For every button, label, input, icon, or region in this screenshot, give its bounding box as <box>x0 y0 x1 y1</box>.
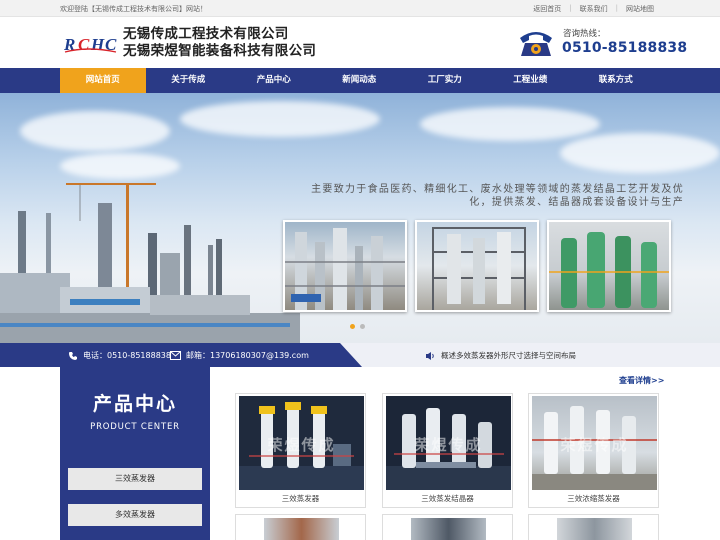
product-card-partial[interactable] <box>235 514 366 540</box>
strip-phone-text: 电话：0510-85188838 <box>83 351 171 360</box>
banner-photo-2 <box>415 220 539 312</box>
divider: | <box>569 4 572 12</box>
nav-item-about[interactable]: 关于传成 <box>146 68 232 93</box>
divider: | <box>615 4 618 12</box>
mail-icon <box>170 351 181 360</box>
news-ticker[interactable]: 概述多效蒸发器外形尺寸选择与空间布局 <box>425 350 576 361</box>
phone-icon <box>69 351 77 360</box>
product-card[interactable]: 荣煜传成 三效蒸发器 <box>235 393 366 508</box>
category-item[interactable]: 三效蒸发器 <box>68 468 202 490</box>
view-more-link[interactable]: 查看详情>> <box>619 375 664 386</box>
header: R C H C 无锡传成工程技术有限公司 无锡荣煜智能装备科技有限公司 咨询热线… <box>0 17 720 68</box>
product-watermark: 荣煜传成 <box>267 436 336 454</box>
product-image: 荣煜传成 <box>532 396 657 490</box>
slider-dot[interactable] <box>360 324 365 329</box>
product-center-header: 产品中心 PRODUCT CENTER <box>60 367 210 453</box>
product-caption[interactable]: 三效蒸发器 <box>236 493 365 504</box>
home-link[interactable]: 返回首页 <box>533 4 561 14</box>
nav-item-factory[interactable]: 工厂实力 <box>402 68 488 93</box>
strip-email: 邮箱：13706180307@139.com <box>170 350 309 361</box>
product-image: 荣煜传成 <box>386 396 511 490</box>
nav-item-news[interactable]: 新闻动态 <box>317 68 403 93</box>
welcome-text: 欢迎登陆【无锡传成工程技术有限公司】网站！ <box>60 5 207 13</box>
nav-item-products[interactable]: 产品中心 <box>231 68 317 93</box>
product-watermark: 荣煜传成 <box>560 436 629 454</box>
main-nav: 网站首页 关于传成 产品中心 新闻动态 工厂实力 工程业绩 联系方式 <box>0 68 720 93</box>
banner-photo-3 <box>547 220 671 312</box>
company-name-line2: 无锡荣煜智能装备科技有限公司 <box>123 43 317 59</box>
top-bar: 欢迎登陆【无锡传成工程技术有限公司】网站！ 返回首页 | 联系我们 | 网站地图 <box>0 0 720 17</box>
slider-dots <box>350 324 365 329</box>
company-logo[interactable]: R C H C <box>63 31 118 55</box>
nav-item-home[interactable]: 网站首页 <box>60 68 146 93</box>
product-image: 荣煜传成 <box>239 396 364 490</box>
hotline-label: 咨询热线： <box>563 29 606 39</box>
speaker-icon <box>426 351 434 360</box>
banner-slogan: 主要致力于食品医药、精细化工、废水处理等领域的蒸发结晶工艺开发及优化，提供蒸发、… <box>311 184 684 208</box>
product-card-partial[interactable] <box>382 514 513 540</box>
product-card-partial[interactable] <box>528 514 659 540</box>
company-name: 无锡传成工程技术有限公司 无锡荣煜智能装备科技有限公司 <box>123 26 316 60</box>
hotline-number: 0510-85188838 <box>562 40 688 56</box>
nav-item-contact[interactable]: 联系方式 <box>573 68 659 93</box>
product-center-title-en: PRODUCT CENTER <box>90 422 180 432</box>
top-links: 返回首页 | 联系我们 | 网站地图 <box>533 4 654 14</box>
telephone-icon <box>520 32 552 56</box>
slider-dot[interactable] <box>350 324 355 329</box>
sitemap-link[interactable]: 网站地图 <box>626 4 654 14</box>
svg-text:H: H <box>90 35 105 54</box>
product-center-title: 产品中心 <box>92 393 177 415</box>
product-category-panel <box>60 453 210 540</box>
hero-banner[interactable]: 主要致力于食品医药、精细化工、废水处理等领域的蒸发结晶工艺开发及优化，提供蒸发、… <box>0 93 720 343</box>
product-caption[interactable]: 三效蒸发结晶器 <box>383 493 512 504</box>
svg-text:C: C <box>78 35 90 54</box>
product-caption[interactable]: 三效浓缩蒸发器 <box>529 493 658 504</box>
contact-strip: 电话：0510-85188838 邮箱：13706180307@139.com … <box>0 343 720 367</box>
contact-link[interactable]: 联系我们 <box>580 4 608 14</box>
nav-item-projects[interactable]: 工程业绩 <box>488 68 574 93</box>
product-card[interactable]: 荣煜传成 三效浓缩蒸发器 <box>528 393 659 508</box>
banner-photo-1 <box>283 220 407 312</box>
strip-phone: 电话：0510-85188838 <box>68 350 171 361</box>
product-card[interactable]: 荣煜传成 三效蒸发结晶器 <box>382 393 513 508</box>
industrial-plant-illustration <box>0 183 300 343</box>
news-ticker-text[interactable]: 概述多效蒸发器外形尺寸选择与空间布局 <box>441 350 576 361</box>
category-item[interactable]: 多效蒸发器 <box>68 504 202 526</box>
strip-email-text: 邮箱：13706180307@139.com <box>186 351 309 360</box>
company-name-line1: 无锡传成工程技术有限公司 <box>123 26 289 42</box>
product-watermark: 荣煜传成 <box>414 436 483 454</box>
